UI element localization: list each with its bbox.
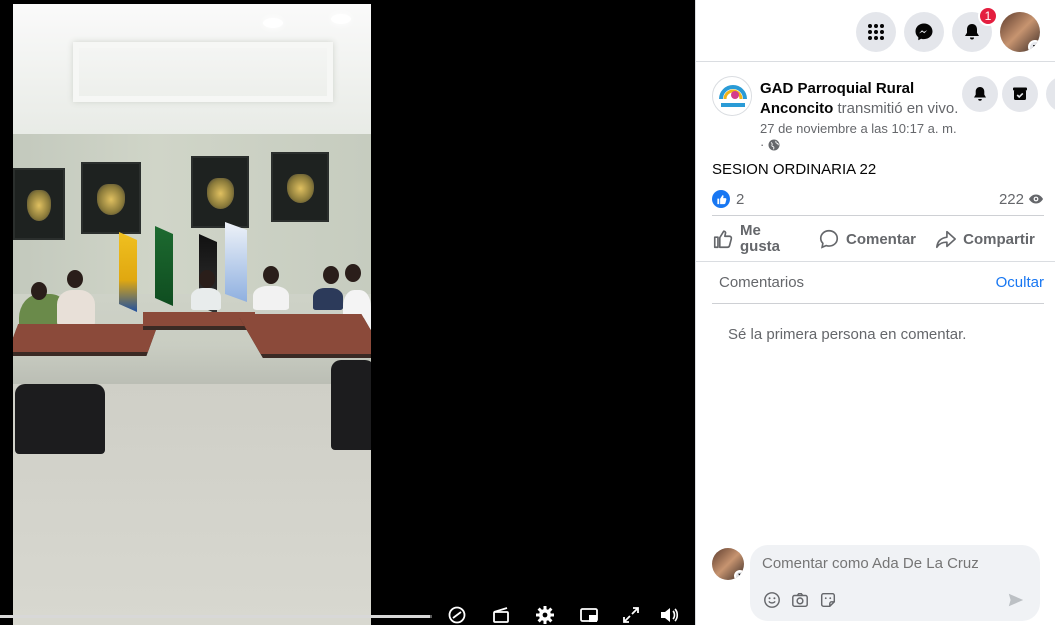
post-text: SESION ORDINARIA 22 [712,161,877,178]
post-author: GAD Parroquial Rural Anconcito transmiti… [760,79,960,119]
top-navigation: 1 ▼ [696,0,1055,62]
app-window: 1 ▼ GAD Parroquial Rural Anconcito trans… [0,0,1055,625]
post-actions: Me gusta Comentar Compartir [712,218,1044,260]
wall-frame [13,168,65,240]
send-icon[interactable] [1006,590,1026,610]
hide-comments-link[interactable]: Ocultar [996,274,1044,291]
emoji-icon[interactable] [762,590,782,610]
comment-input[interactable] [762,555,1022,572]
comment-label: Comentar [845,230,916,248]
video-progress-fill [0,615,430,618]
video-player[interactable] [0,0,695,625]
divider [712,215,1044,216]
flag [119,232,137,312]
view-count: 222 [998,190,1024,208]
live-chat-icon[interactable] [446,604,468,625]
comment-composer [750,545,1040,621]
post-meta: 27 de noviembre a las 10:17 a. m. · [760,121,970,155]
like-icon [712,228,740,250]
more-options-button[interactable] [1046,76,1055,112]
pip-icon[interactable] [578,604,600,625]
like-button[interactable]: Me gusta [712,218,808,260]
table [13,324,159,352]
chevron-down-icon: ▼ [1028,40,1040,52]
clip-icon[interactable] [490,604,512,625]
divider [696,261,1055,262]
person [191,288,221,310]
camera-icon[interactable] [790,590,810,610]
page-save-icon[interactable] [1002,76,1038,112]
sticker-icon[interactable] [818,590,838,610]
eye-icon [1028,191,1044,207]
reaction-count: 2 [736,190,745,208]
post-timestamp[interactable]: 27 de noviembre a las 10:17 a. m. [760,121,957,136]
post-action-text: transmitió en vivo. [837,100,959,117]
flag [225,222,247,302]
avatar: ▼ [712,548,744,580]
notification-badge: 1 [978,6,998,26]
like-reaction-icon [712,190,730,208]
meta-separator: · [760,137,765,152]
wall-frame [81,162,141,234]
page-logo[interactable] [712,76,752,116]
ceiling-light [263,18,283,28]
settings-icon[interactable] [534,604,556,625]
ceiling-beam [73,42,333,102]
page-bell-icon[interactable] [962,76,998,112]
comments-header: Comentarios Ocultar [712,270,1044,304]
share-icon [935,228,963,250]
empty-comments-message: Sé la primera persona en comentar. [728,326,967,343]
chair [331,360,371,450]
reaction-summary[interactable]: 2 [712,190,744,208]
flag [155,226,173,306]
chevron-down-icon: ▼ [734,570,744,580]
comment-icon [818,228,846,250]
video-frame [13,4,371,625]
tab-comments[interactable]: Comentarios [719,274,804,291]
person [57,290,95,326]
like-label: Me gusta [740,222,781,255]
chair [15,384,105,454]
ceiling-light [331,14,351,24]
person [253,286,289,310]
wall-frame [191,156,249,228]
fullscreen-icon[interactable] [620,604,642,625]
share-button[interactable]: Compartir [926,218,1044,260]
reactions-bar: 2 222 [712,189,1044,209]
share-label: Compartir [963,230,1035,248]
menu-grid-icon[interactable] [856,12,896,52]
video-progress-bar[interactable] [0,615,432,618]
post-side-panel: 1 ▼ GAD Parroquial Rural Anconcito trans… [695,0,1055,625]
messenger-icon[interactable] [904,12,944,52]
account-avatar[interactable]: ▼ [1000,12,1040,52]
wall-frame [271,152,329,222]
globe-icon [768,139,780,155]
comment-button[interactable]: Comentar [808,218,926,260]
view-stats: 222 [999,191,1044,208]
table [237,314,371,354]
person [313,288,343,310]
volume-icon[interactable] [658,604,680,625]
